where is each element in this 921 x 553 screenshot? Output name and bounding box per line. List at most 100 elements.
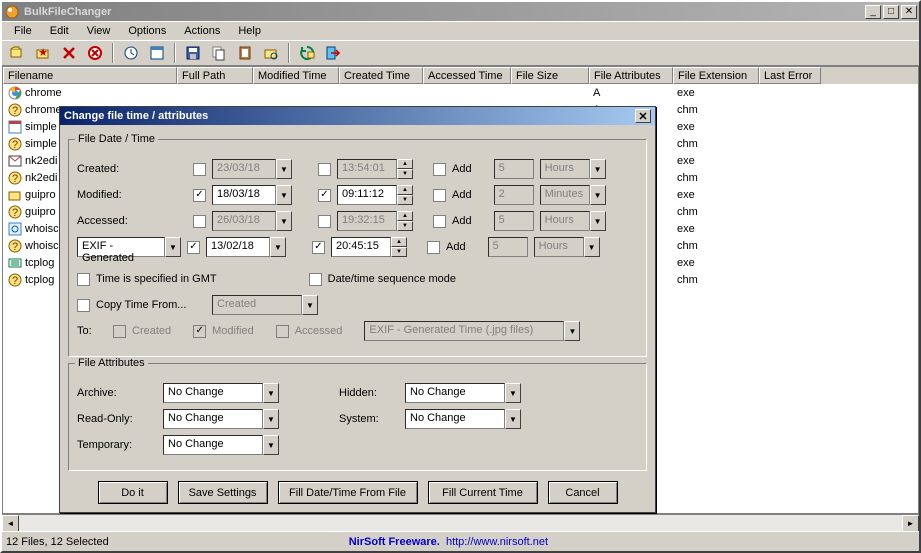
modified-date-checkbox[interactable]	[193, 189, 206, 202]
modified-time-field[interactable]: 09:11:12	[337, 185, 397, 205]
change-time-icon[interactable]	[120, 42, 142, 64]
dialog-close-button[interactable]: ✕	[635, 109, 651, 123]
accessed-date-field[interactable]: 26/03/18	[212, 211, 276, 231]
exif-time-checkbox[interactable]	[312, 241, 325, 254]
properties-icon[interactable]	[146, 42, 168, 64]
exif-time-field[interactable]: 20:45:15	[331, 237, 391, 257]
chevron-down-icon[interactable]: ▼	[270, 237, 286, 257]
accessed-unit-select[interactable]: Hours	[540, 211, 590, 231]
chevron-down-icon[interactable]: ▼	[302, 295, 318, 315]
spin-down-icon[interactable]: ▼	[391, 247, 407, 257]
chevron-down-icon[interactable]: ▼	[276, 211, 292, 231]
chevron-down-icon[interactable]: ▼	[263, 435, 279, 455]
refresh-icon[interactable]	[296, 42, 318, 64]
explorer-icon[interactable]	[260, 42, 282, 64]
clear-icon[interactable]	[84, 42, 106, 64]
created-time-checkbox[interactable]	[318, 163, 331, 176]
add-files-icon[interactable]	[6, 42, 28, 64]
horizontal-scrollbar[interactable]: ◄ ►	[2, 514, 919, 531]
exif-date-checkbox[interactable]	[187, 241, 200, 254]
fill-current-button[interactable]: Fill Current Time	[428, 481, 538, 504]
created-time-field[interactable]: 13:54:01	[337, 159, 397, 179]
chevron-down-icon[interactable]: ▼	[263, 383, 279, 403]
scroll-right-icon[interactable]: ►	[902, 515, 919, 532]
created-date-field[interactable]: 23/03/18	[212, 159, 276, 179]
menu-help[interactable]: Help	[230, 23, 269, 39]
accessed-date-checkbox[interactable]	[193, 215, 206, 228]
chevron-down-icon[interactable]: ▼	[590, 211, 606, 231]
created-add-checkbox[interactable]	[433, 163, 446, 176]
spin-up-icon[interactable]: ▲	[397, 211, 413, 221]
copy-from-select[interactable]: Created	[212, 295, 302, 315]
exif-unit-select[interactable]: Hours	[534, 237, 584, 257]
spin-up-icon[interactable]: ▲	[391, 237, 407, 247]
chevron-down-icon[interactable]: ▼	[276, 185, 292, 205]
hidden-select[interactable]: No Change	[405, 383, 505, 403]
modified-add-value[interactable]: 2	[494, 185, 534, 205]
chevron-down-icon[interactable]: ▼	[505, 383, 521, 403]
menu-options[interactable]: Options	[120, 23, 174, 39]
menu-file[interactable]: File	[6, 23, 40, 39]
table-row[interactable]: chromeAexe	[3, 84, 918, 101]
chevron-down-icon[interactable]: ▼	[263, 409, 279, 429]
spin-down-icon[interactable]: ▼	[397, 221, 413, 231]
chevron-down-icon[interactable]: ▼	[590, 159, 606, 179]
column-header[interactable]: Filename	[3, 67, 177, 84]
status-link[interactable]: http://www.nirsoft.net	[446, 536, 548, 548]
paste-icon[interactable]	[234, 42, 256, 64]
chevron-down-icon[interactable]: ▼	[165, 237, 181, 257]
spin-up-icon[interactable]: ▲	[397, 185, 413, 195]
scroll-left-icon[interactable]: ◄	[2, 515, 19, 532]
archive-select[interactable]: No Change	[163, 383, 263, 403]
temporary-select[interactable]: No Change	[163, 435, 263, 455]
do-it-button[interactable]: Do it	[98, 481, 168, 504]
accessed-time-checkbox[interactable]	[318, 215, 331, 228]
column-header[interactable]: Last Error	[759, 67, 821, 84]
exif-label-select[interactable]: EXIF - Generated	[77, 237, 165, 257]
exif-add-value[interactable]: 5	[488, 237, 528, 257]
delete-icon[interactable]	[58, 42, 80, 64]
column-header[interactable]: Accessed Time	[423, 67, 511, 84]
system-select[interactable]: No Change	[405, 409, 505, 429]
maximize-button[interactable]: □	[883, 5, 899, 19]
cancel-button[interactable]: Cancel	[548, 481, 618, 504]
fill-from-file-button[interactable]: Fill Date/Time From File	[278, 481, 418, 504]
close-button[interactable]: ✕	[901, 5, 917, 19]
exif-add-checkbox[interactable]	[427, 241, 440, 254]
readonly-select[interactable]: No Change	[163, 409, 263, 429]
chevron-down-icon[interactable]: ▼	[590, 185, 606, 205]
modified-add-checkbox[interactable]	[433, 189, 446, 202]
accessed-time-field[interactable]: 19:32:15	[337, 211, 397, 231]
accessed-add-checkbox[interactable]	[433, 215, 446, 228]
add-folder-icon[interactable]: ★	[32, 42, 54, 64]
minimize-button[interactable]: _	[865, 5, 881, 19]
menu-actions[interactable]: Actions	[176, 23, 228, 39]
chevron-down-icon[interactable]: ▼	[584, 237, 600, 257]
chevron-down-icon[interactable]: ▼	[505, 409, 521, 429]
modified-date-field[interactable]: 18/03/18	[212, 185, 276, 205]
save-settings-button[interactable]: Save Settings	[178, 481, 268, 504]
created-date-checkbox[interactable]	[193, 163, 206, 176]
chevron-down-icon[interactable]: ▼	[276, 159, 292, 179]
column-header[interactable]: File Attributes	[589, 67, 673, 84]
column-header[interactable]: File Extension	[673, 67, 759, 84]
menu-view[interactable]: View	[79, 23, 119, 39]
modified-unit-select[interactable]: Minutes	[540, 185, 590, 205]
accessed-add-value[interactable]: 5	[494, 211, 534, 231]
spin-up-icon[interactable]: ▲	[397, 159, 413, 169]
exif-date-field[interactable]: 13/02/18	[206, 237, 270, 257]
modified-time-checkbox[interactable]	[318, 189, 331, 202]
column-header[interactable]: Modified Time	[253, 67, 339, 84]
copy-from-checkbox[interactable]	[77, 299, 90, 312]
spin-down-icon[interactable]: ▼	[397, 195, 413, 205]
created-unit-select[interactable]: Hours	[540, 159, 590, 179]
exit-icon[interactable]	[322, 42, 344, 64]
save-icon[interactable]	[182, 42, 204, 64]
created-add-value[interactable]: 5	[494, 159, 534, 179]
column-header[interactable]: File Size	[511, 67, 589, 84]
spin-down-icon[interactable]: ▼	[397, 169, 413, 179]
column-header[interactable]: Full Path	[177, 67, 253, 84]
column-header[interactable]: Created Time	[339, 67, 423, 84]
copy-icon[interactable]	[208, 42, 230, 64]
sequence-checkbox[interactable]	[309, 273, 322, 286]
